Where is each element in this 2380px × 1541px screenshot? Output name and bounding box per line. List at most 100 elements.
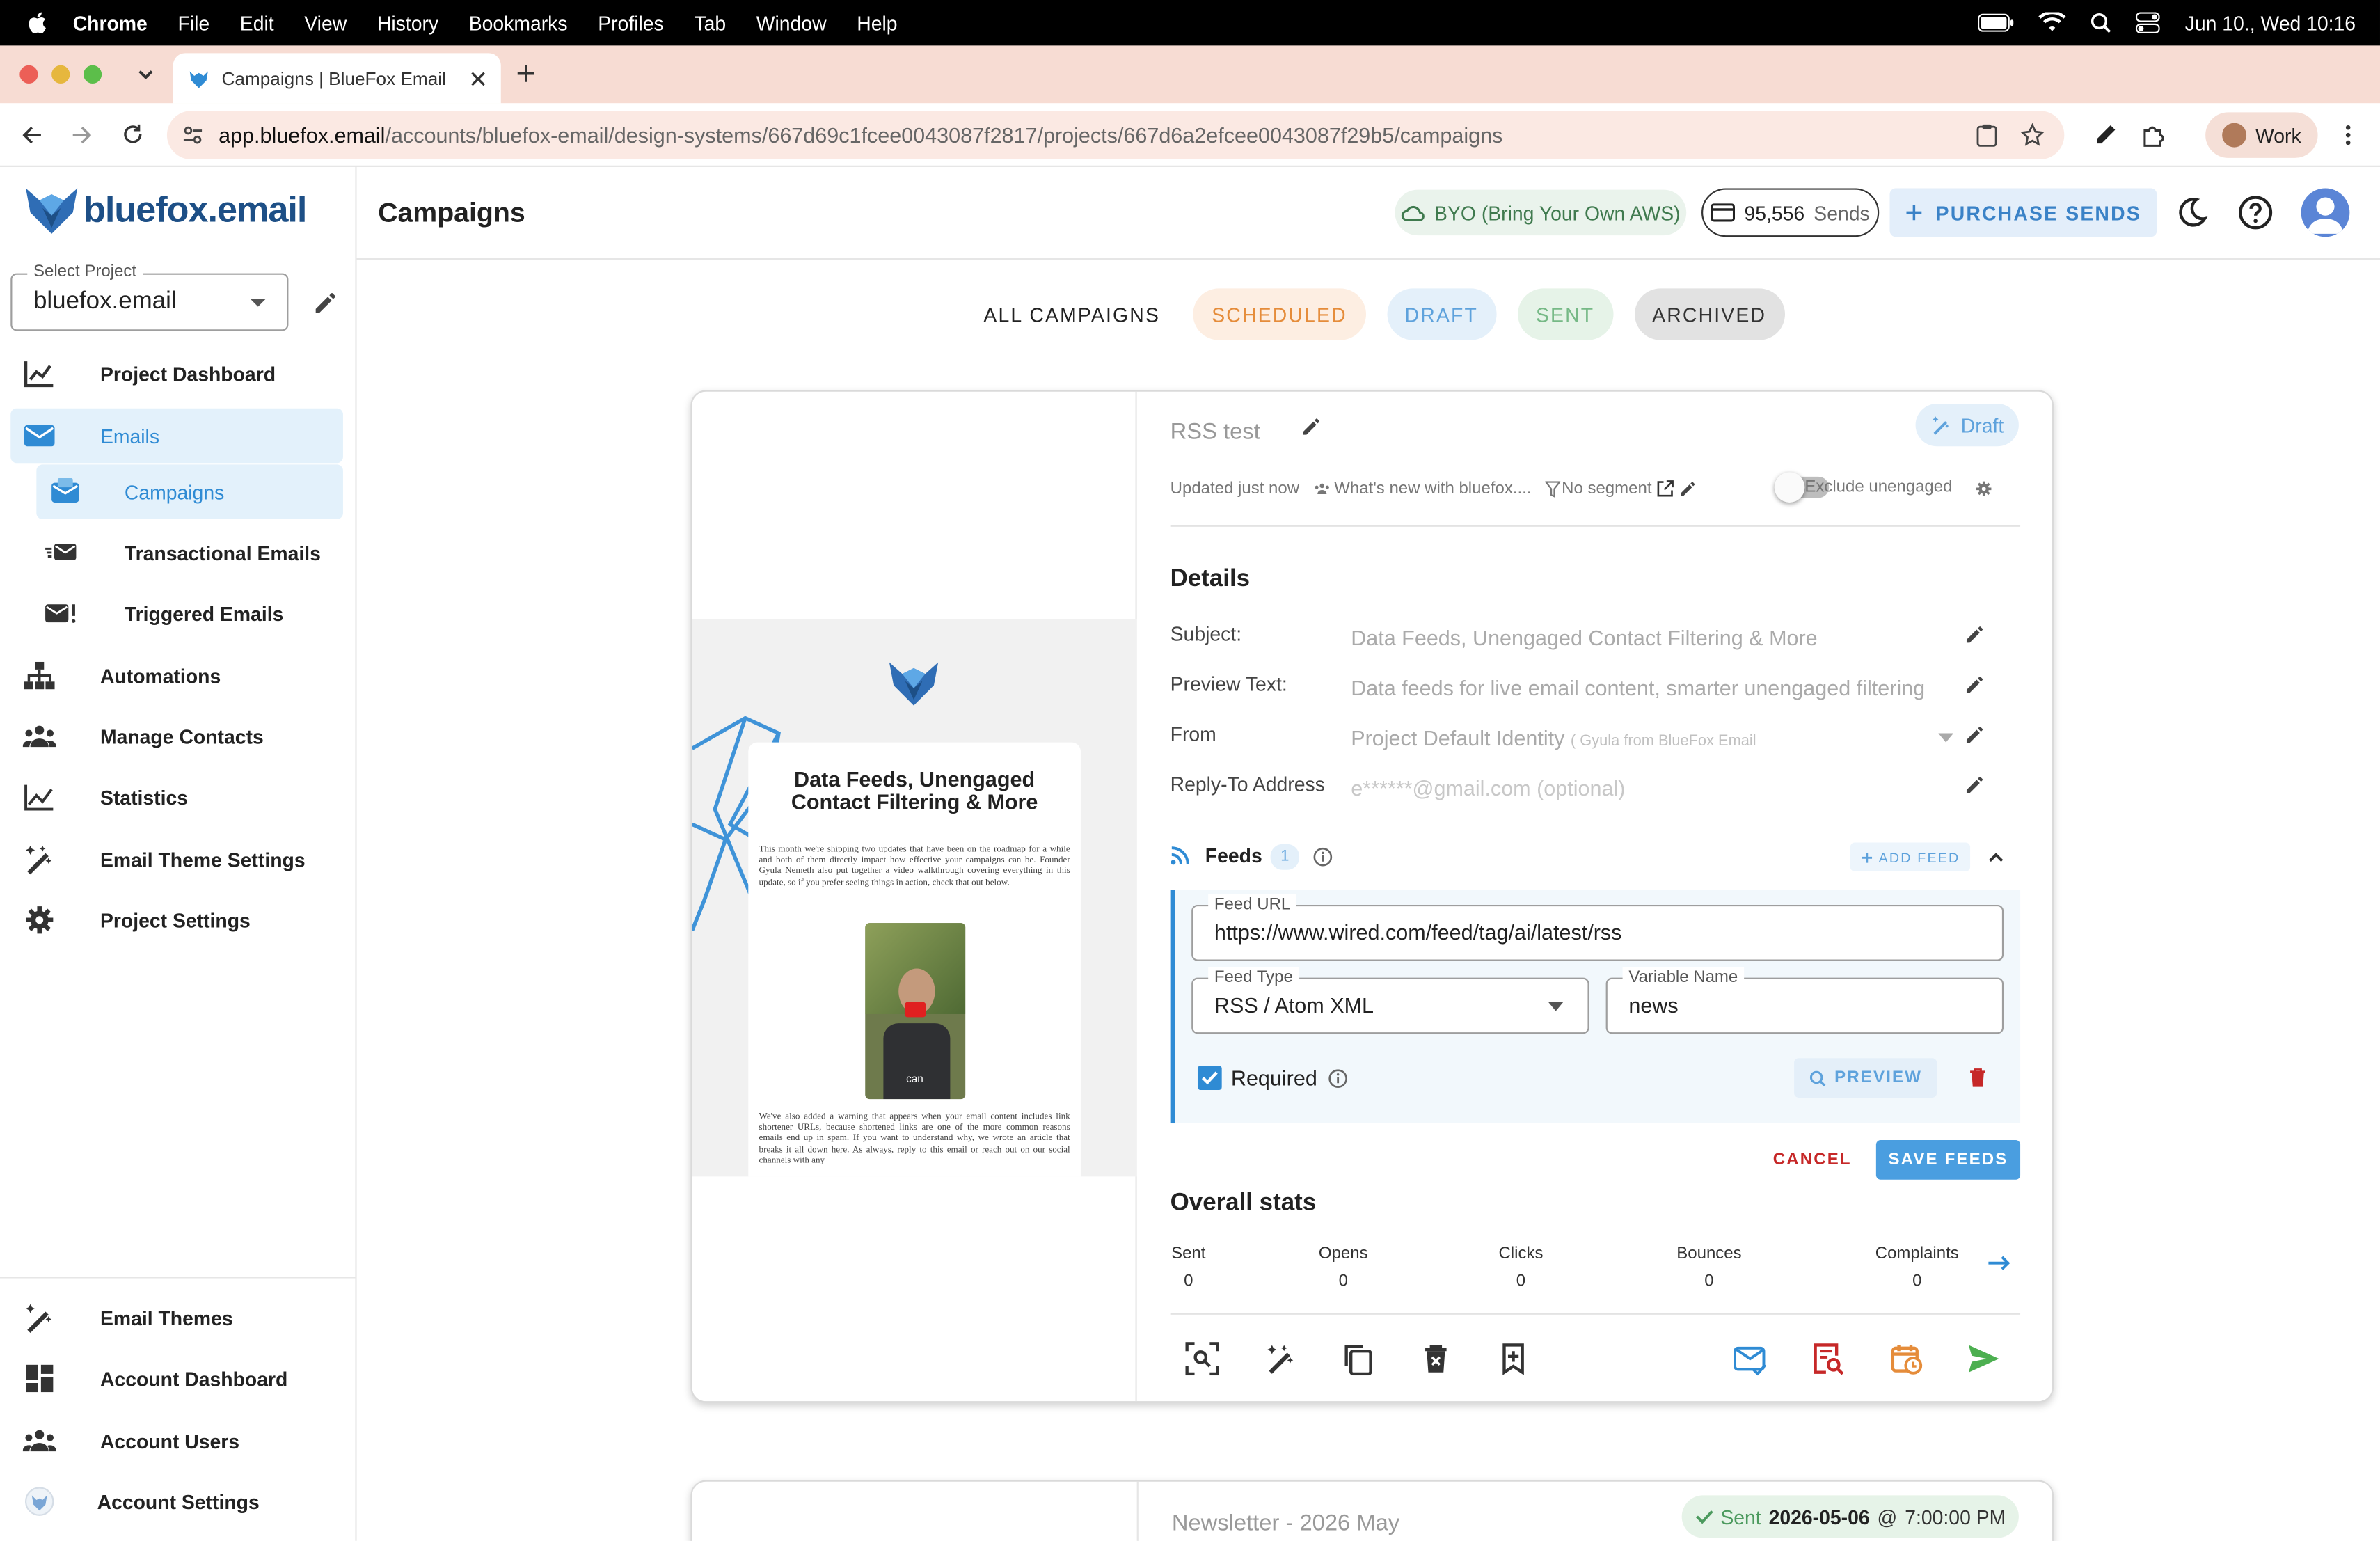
- schedule-calendar-icon[interactable]: [1889, 1342, 1923, 1375]
- edit-reply-to-pencil-icon[interactable]: [1964, 774, 1985, 796]
- cancel-button[interactable]: CANCEL: [1767, 1140, 1858, 1180]
- site-info-icon[interactable]: [182, 125, 204, 146]
- sidebar-item-campaigns[interactable]: Campaigns: [36, 464, 343, 519]
- feed-type-select[interactable]: Feed Type RSS / Atom XML: [1191, 967, 1589, 1034]
- sidebar-item-account-settings[interactable]: Account Settings: [10, 1474, 343, 1529]
- archive-bookmark-icon[interactable]: [1497, 1342, 1530, 1375]
- control-center-icon[interactable]: [2136, 12, 2161, 33]
- status-badge[interactable]: Sent 2026-05-06 @ 7:00:00 PM: [1681, 1495, 2019, 1538]
- duplicate-copy-icon[interactable]: [1342, 1342, 1375, 1376]
- audience-list[interactable]: What's new with bluefox....: [1334, 480, 1531, 498]
- open-external-icon[interactable]: [1656, 480, 1674, 498]
- profile-chip[interactable]: Work: [2205, 112, 2318, 158]
- menu-app-name[interactable]: Chrome: [73, 11, 148, 34]
- sidebar-item-transactional-emails[interactable]: Transactional Emails: [36, 525, 343, 580]
- filter-all-campaigns[interactable]: ALL CAMPAIGNS: [971, 288, 1173, 340]
- delete-trash-icon[interactable]: [1419, 1342, 1452, 1375]
- sidebar-item-triggered-emails[interactable]: Triggered Emails: [36, 586, 343, 641]
- inspect-zoom-icon[interactable]: [1185, 1342, 1219, 1376]
- spotlight-search-icon[interactable]: [2091, 12, 2112, 33]
- stats-arrow-right-icon[interactable]: [1988, 1256, 2011, 1271]
- close-window-button[interactable]: [19, 65, 38, 84]
- menu-history[interactable]: History: [377, 11, 438, 34]
- wifi-icon[interactable]: [2039, 12, 2067, 33]
- menu-profiles[interactable]: Profiles: [598, 11, 664, 34]
- test-send-mail-icon[interactable]: [1734, 1342, 1767, 1376]
- menu-file[interactable]: File: [177, 11, 209, 34]
- menu-edit[interactable]: Edit: [240, 11, 274, 34]
- variable-name-field[interactable]: Variable Name news: [1605, 967, 2004, 1034]
- reload-icon[interactable]: [121, 123, 144, 146]
- menu-help[interactable]: Help: [857, 11, 897, 34]
- chrome-menu-icon[interactable]: [2338, 123, 2359, 148]
- menu-window[interactable]: Window: [756, 11, 827, 34]
- review-search-icon[interactable]: [1811, 1342, 1844, 1375]
- filter-scheduled[interactable]: SCHEDULED: [1193, 288, 1365, 340]
- edit-preview-pencil-icon[interactable]: [1964, 674, 1985, 695]
- sidebar-item-email-theme-settings[interactable]: Email Theme Settings: [10, 832, 343, 887]
- sidebar-item-manage-contacts[interactable]: Manage Contacts: [10, 709, 343, 764]
- delete-feed-trash-icon[interactable]: [1969, 1067, 1987, 1089]
- user-avatar[interactable]: [2301, 188, 2350, 237]
- url-bar[interactable]: app.bluefox.email/accounts/bluefox-email…: [166, 111, 2065, 160]
- dark-mode-moon-icon[interactable]: [2173, 194, 2210, 230]
- send-icon[interactable]: [1967, 1342, 2001, 1375]
- menu-bookmarks[interactable]: Bookmarks: [469, 11, 568, 34]
- menubar-datetime[interactable]: Jun 10., Wed 10:16: [2185, 11, 2356, 34]
- sidebar-item-emails[interactable]: Emails: [10, 408, 343, 464]
- menu-view[interactable]: View: [304, 11, 347, 34]
- filter-archived[interactable]: ARCHIVED: [1634, 288, 1785, 340]
- sidebar-item-project-dashboard[interactable]: Project Dashboard: [10, 346, 343, 401]
- campaign-card: Data Feeds, Unengaged Contact Filtering …: [690, 390, 2054, 1403]
- extensions-puzzle-icon[interactable]: [2142, 123, 2168, 149]
- sidebar-item-email-themes[interactable]: Email Themes: [10, 1290, 343, 1345]
- menu-tab[interactable]: Tab: [694, 11, 726, 34]
- byo-aws-badge[interactable]: BYO (Bring Your Own AWS): [1395, 189, 1687, 236]
- edit-subject-pencil-icon[interactable]: [1964, 624, 1985, 645]
- forward-arrow-icon[interactable]: [72, 125, 93, 146]
- eyedropper-extension-icon[interactable]: [2093, 123, 2118, 148]
- required-checkbox[interactable]: [1197, 1066, 1222, 1091]
- help-icon[interactable]: [2237, 194, 2274, 230]
- apple-logo-icon[interactable]: [24, 9, 51, 36]
- purchase-sends-button[interactable]: PURCHASE SENDS: [1889, 188, 2157, 237]
- from-dropdown-caret-icon[interactable]: [1938, 733, 1954, 743]
- logo[interactable]: bluefox.email: [23, 185, 307, 237]
- sidebar-item-statistics[interactable]: Statistics: [10, 770, 343, 825]
- filter-draft[interactable]: DRAFT: [1386, 288, 1497, 340]
- bookmark-star-icon[interactable]: [2020, 123, 2045, 148]
- sidebar-item-project-settings[interactable]: Project Settings: [10, 892, 343, 947]
- tab-list-chevron-icon[interactable]: [136, 65, 154, 84]
- add-feed-button[interactable]: ADD FEED: [1850, 842, 1971, 871]
- edit-project-pencil-icon[interactable]: [312, 290, 338, 316]
- project-select[interactable]: Select Project bluefox.email: [10, 262, 289, 331]
- sends-counter[interactable]: 95,556 Sends: [1701, 188, 1880, 237]
- browser-tab-active[interactable]: Campaigns | BlueFox Email: [173, 53, 501, 104]
- email-preview-pane[interactable]: Data Feeds, Unengaged Contact Filtering …: [692, 391, 1137, 1402]
- edit-name-pencil-icon[interactable]: [1301, 416, 1322, 438]
- feed-url-field[interactable]: Feed URL https://www.wired.com/feed/tag/…: [1191, 894, 2004, 961]
- reply-to-placeholder[interactable]: e******@gmail.com (optional): [1351, 776, 1965, 800]
- new-tab-icon[interactable]: [516, 64, 536, 84]
- minimize-window-button[interactable]: [51, 65, 70, 84]
- sidebar-item-account-users[interactable]: Account Users: [10, 1414, 343, 1469]
- sidebar-item-automations[interactable]: Automations: [10, 648, 343, 703]
- info-icon[interactable]: [1313, 847, 1333, 867]
- edit-design-magic-wand-icon[interactable]: [1264, 1342, 1298, 1375]
- preview-feed-button[interactable]: PREVIEW: [1794, 1058, 1937, 1098]
- segment-label[interactable]: No segment: [1562, 480, 1651, 498]
- info-icon[interactable]: [1328, 1069, 1347, 1089]
- save-feeds-button[interactable]: SAVE FEEDS: [1875, 1140, 2021, 1180]
- sidebar-item-account-dashboard[interactable]: Account Dashboard: [10, 1351, 343, 1406]
- battery-icon[interactable]: [1978, 13, 2015, 32]
- collapse-chevron-up-icon[interactable]: [1988, 852, 2004, 862]
- back-arrow-icon[interactable]: [22, 125, 43, 146]
- status-badge[interactable]: Draft: [1915, 404, 2019, 447]
- edit-segment-pencil-icon[interactable]: [1679, 480, 1697, 498]
- maximize-window-button[interactable]: [83, 65, 102, 84]
- clipboard-icon[interactable]: [1976, 123, 1998, 148]
- filter-sent[interactable]: SENT: [1517, 288, 1613, 340]
- close-tab-icon[interactable]: [470, 70, 486, 86]
- settings-gear-icon[interactable]: [1975, 480, 1993, 498]
- edit-from-pencil-icon[interactable]: [1964, 724, 1985, 745]
